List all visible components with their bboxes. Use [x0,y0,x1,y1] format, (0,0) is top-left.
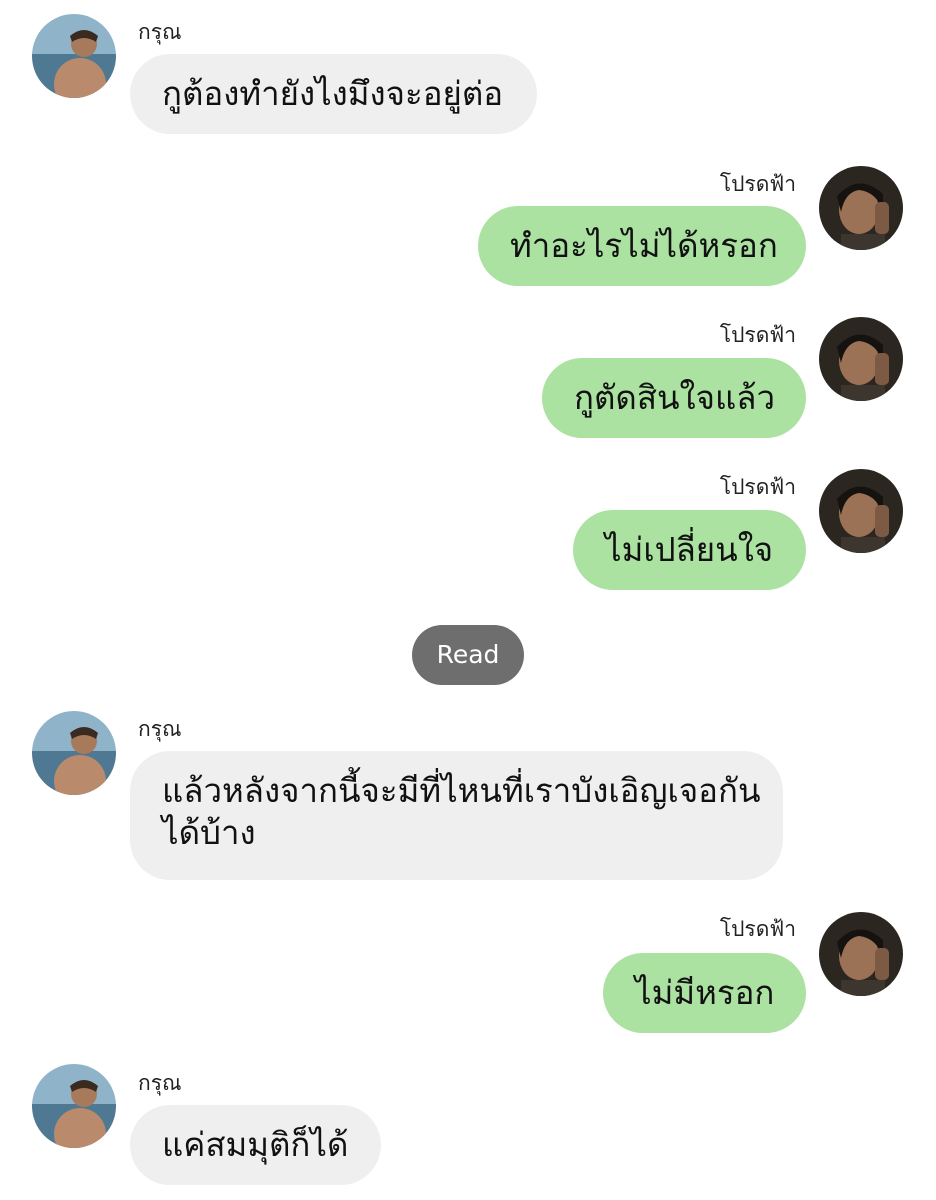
read-receipt-badge: Read [412,625,524,685]
sender-name-prodfah: โปรดฟ้า [719,323,796,347]
avatar-prodfah-image [819,317,903,401]
avatar-karun[interactable] [32,1064,116,1148]
avatar-karun[interactable] [32,14,116,98]
message-text-6: ไม่มีหรอก [635,973,775,1012]
avatar-prodfah[interactable] [819,912,903,996]
message-text-3: กูตัดสินใจแล้ว [574,378,776,417]
message-bubble-7[interactable]: แค่สมมุติก็ได้ [130,1105,381,1185]
message-text-7: แค่สมมุติก็ได้ [162,1125,349,1164]
message-text-5-line-1: แล้วหลังจากนี้จะมีที่ไหนที่เราบังเอิญเจอ… [162,771,761,810]
avatar-prodfah[interactable] [819,166,903,250]
avatar-karun-image [32,14,116,98]
message-bubble-5[interactable]: แล้วหลังจากนี้จะมีที่ไหนที่เราบังเอิญเจอ… [130,751,783,880]
avatar-karun-image [32,1064,116,1148]
message-bubble-1[interactable]: กูต้องทำยังไงมึงจะอยู่ต่อ [130,54,537,134]
message-text-5-line-2: ได้บ้าง [162,813,256,852]
avatar-karun[interactable] [32,711,116,795]
message-bubble-4[interactable]: ไม่เปลี่ยนใจ [573,510,806,590]
message-bubble-3[interactable]: กูตัดสินใจแล้ว [542,358,806,438]
sender-name-karun: กรุณ [138,1071,182,1095]
sender-name-prodfah: โปรดฟ้า [719,172,796,196]
message-text-4: ไม่เปลี่ยนใจ [605,530,774,569]
sender-name-karun: กรุณ [138,717,182,741]
message-bubble-6[interactable]: ไม่มีหรอก [603,953,806,1033]
avatar-prodfah[interactable] [819,469,903,553]
message-bubble-2[interactable]: ทำอะไรไม่ได้หรอก [478,206,806,286]
avatar-prodfah[interactable] [819,317,903,401]
avatar-prodfah-image [819,166,903,250]
sender-name-prodfah: โปรดฟ้า [719,475,796,499]
avatar-karun-image [32,711,116,795]
avatar-prodfah-image [819,469,903,553]
message-text-1: กูต้องทำยังไงมึงจะอยู่ต่อ [162,74,504,113]
sender-name-karun: กรุณ [138,20,182,44]
sender-name-prodfah: โปรดฟ้า [719,917,796,941]
avatar-prodfah-image [819,912,903,996]
message-text-2: ทำอะไรไม่ได้หรอก [510,226,778,265]
